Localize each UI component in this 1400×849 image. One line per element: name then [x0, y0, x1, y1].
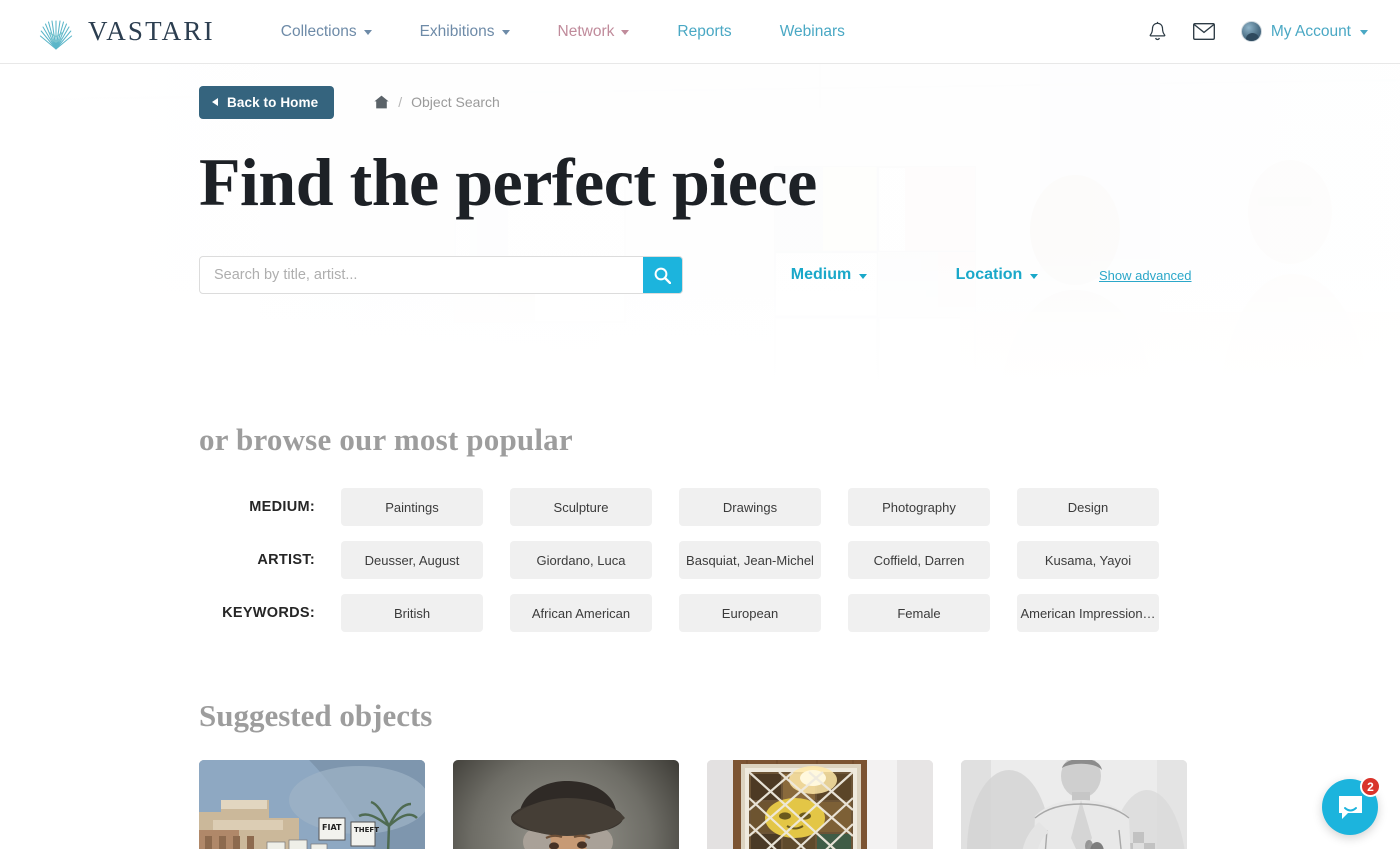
- notifications-button[interactable]: [1148, 21, 1167, 42]
- tag-row-medium: MEDIUM: Paintings Sculpture Drawings Pho…: [199, 488, 1400, 526]
- tag-medium-photography[interactable]: Photography: [848, 488, 990, 526]
- nav-label: Collections: [280, 22, 357, 40]
- search-row: Medium Location Show advanced: [199, 256, 1400, 294]
- svg-text:THEFT: THEFT: [354, 826, 379, 834]
- search-submit-button[interactable]: [643, 257, 682, 293]
- nav-utilities: My Account: [1148, 21, 1378, 42]
- nav-label: Reports: [677, 22, 732, 40]
- nav-label: Network: [557, 22, 615, 40]
- search-box: [199, 256, 683, 294]
- tag-row-label: KEYWORDS:: [222, 605, 315, 621]
- back-to-home-label: Back to Home: [227, 94, 319, 110]
- search-icon: [654, 267, 671, 284]
- chevron-down-icon: [859, 273, 868, 279]
- tag-keyword-female[interactable]: Female: [848, 594, 990, 632]
- tag-keyword-american-impressionism[interactable]: American Impression…: [1017, 594, 1159, 632]
- tag-keyword-african-american[interactable]: African American: [510, 594, 652, 632]
- tag-medium-design[interactable]: Design: [1017, 488, 1159, 526]
- filter-label: Location: [955, 266, 1023, 283]
- envelope-icon: [1192, 23, 1215, 40]
- nav-item-webinars[interactable]: Webinars: [756, 15, 869, 49]
- primary-nav: Collections Exhibitions Network Reports …: [257, 15, 869, 49]
- palm-leaf-logo-icon: [39, 19, 73, 50]
- suggested-heading: Suggested objects: [199, 698, 433, 733]
- tag-keyword-european[interactable]: European: [679, 594, 821, 632]
- tag-medium-paintings[interactable]: Paintings: [341, 488, 483, 526]
- tag-medium-sculpture[interactable]: Sculpture: [510, 488, 652, 526]
- chevron-down-icon: [363, 30, 372, 35]
- back-to-home-button[interactable]: Back to Home: [199, 85, 335, 119]
- black-white-figure-photo: [961, 760, 1187, 849]
- account-label: My Account: [1270, 22, 1351, 40]
- chevron-down-icon: [621, 30, 630, 35]
- suggested-card-3[interactable]: [707, 760, 933, 849]
- nav-item-collections[interactable]: Collections: [257, 15, 396, 49]
- chat-unread-badge: 2: [1360, 776, 1381, 797]
- tag-artist-basquiat[interactable]: Basquiat, Jean-Michel: [679, 541, 821, 579]
- filter-medium-dropdown[interactable]: Medium: [745, 260, 913, 290]
- hero-section: Back to Home / Object Search Find the pe…: [0, 64, 1400, 404]
- tag-artist-kusama[interactable]: Kusama, Yayoi: [1017, 541, 1159, 579]
- tag-row-keywords: KEYWORDS: British African American Europ…: [199, 594, 1400, 632]
- suggested-cards: FIAT THEFT: [199, 760, 1400, 849]
- suggested-objects-section: Suggested objects FIAT THEFT: [0, 698, 1400, 849]
- neoclassical-crowd-painting: FIAT THEFT: [199, 760, 425, 849]
- popular-tag-grid: MEDIUM: Paintings Sculpture Drawings Pho…: [199, 488, 1400, 632]
- chevron-left-icon: [212, 98, 218, 106]
- brand-logo[interactable]: VASTARI: [38, 13, 215, 51]
- show-advanced-link[interactable]: Show advanced: [1099, 268, 1192, 283]
- chat-launcher-button[interactable]: 2: [1322, 776, 1381, 835]
- tag-keyword-british[interactable]: British: [341, 594, 483, 632]
- browse-section: or browse our most popular MEDIUM: Paint…: [0, 404, 1400, 632]
- messages-button[interactable]: [1192, 23, 1215, 40]
- chevron-down-icon: [501, 30, 510, 35]
- page-title: Find the perfect piece: [199, 144, 817, 220]
- bell-icon: [1149, 21, 1166, 41]
- tag-artist-giordano[interactable]: Giordano, Luca: [510, 541, 652, 579]
- filter-location-dropdown[interactable]: Location: [913, 260, 1081, 290]
- tag-artist-deusser[interactable]: Deusser, August: [341, 541, 483, 579]
- suggested-card-1[interactable]: FIAT THEFT: [199, 760, 425, 849]
- nav-item-reports[interactable]: Reports: [653, 15, 755, 49]
- chevron-down-icon: [1360, 30, 1368, 35]
- tag-medium-drawings[interactable]: Drawings: [679, 488, 821, 526]
- tag-artist-coffield[interactable]: Coffield, Darren: [848, 541, 990, 579]
- svg-text:FIAT: FIAT: [322, 823, 342, 832]
- chevron-down-icon: [1030, 273, 1039, 279]
- nav-item-exhibitions[interactable]: Exhibitions: [396, 15, 534, 49]
- brand-name: VASTARI: [88, 16, 215, 46]
- account-menu[interactable]: My Account: [1240, 21, 1368, 42]
- top-navbar: VASTARI Collections Exhibitions Network …: [0, 0, 1400, 64]
- breadcrumb-separator: /: [398, 94, 403, 110]
- breadcrumb: / Object Search: [374, 94, 500, 110]
- nav-label: Webinars: [779, 22, 845, 40]
- browse-heading: or browse our most popular: [199, 422, 573, 457]
- home-icon[interactable]: [374, 95, 389, 109]
- breadcrumb-current: Object Search: [411, 94, 500, 110]
- nav-item-network[interactable]: Network: [534, 15, 654, 49]
- tag-row-label: ARTIST:: [257, 552, 315, 568]
- tag-row-artist: ARTIST: Deusser, August Giordano, Luca B…: [199, 541, 1400, 579]
- rembrandt-style-portrait: [453, 760, 679, 849]
- tag-row-label: MEDIUM:: [249, 499, 315, 515]
- yellow-figure-installation: [707, 760, 933, 849]
- suggested-card-2[interactable]: [453, 760, 679, 849]
- avatar: [1240, 21, 1262, 42]
- suggested-card-4[interactable]: [961, 760, 1187, 849]
- filter-links: Medium Location Show advanced: [745, 260, 1192, 290]
- filter-label: Medium: [790, 266, 852, 283]
- breadcrumb-bar: Back to Home / Object Search: [199, 64, 1400, 119]
- chat-bubble-icon: [1338, 795, 1362, 819]
- search-input[interactable]: [200, 257, 643, 293]
- nav-label: Exhibitions: [419, 22, 495, 40]
